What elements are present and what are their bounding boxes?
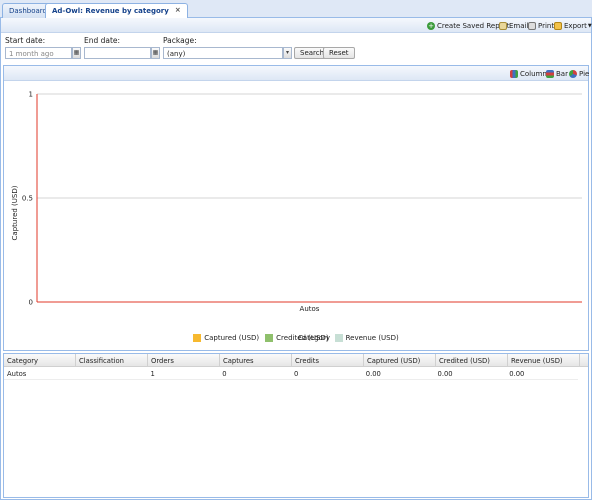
tab-revenue-label: Ad-Owl: Revenue by category [52,7,169,15]
column-header[interactable]: Revenue (USD) [508,354,580,367]
legend-item[interactable]: Revenue (USD) [334,332,399,344]
grid-lines [37,93,582,303]
tab-revenue-by-category[interactable]: Ad-Owl: Revenue by category × [45,3,189,19]
column-header[interactable]: Credited (USD) [436,354,508,367]
grid-header: Category Classification Orders Captures Cred… [4,354,588,367]
email-icon [499,21,507,30]
package-select[interactable]: (any) [163,47,283,59]
calendar-icon[interactable]: ▦ [151,47,160,59]
column-label: Column [520,69,547,78]
legend-swatch [334,334,343,342]
x-tick-labels: Autos [300,305,320,313]
column-header[interactable]: Credits [292,354,364,367]
export-label: Export [564,21,587,30]
y-axis-label: Captured (USD) [11,185,19,240]
calendar-icon[interactable]: ▦ [72,47,81,59]
report-toolbar: + Create Saved Report Email Print Export… [1,18,592,33]
export-icon [554,21,562,30]
legend-item[interactable]: Credited (USD) [265,332,329,344]
y-tick-labels: 00.51 [22,91,33,307]
export-button[interactable]: Export ▼ [554,20,592,31]
column-header[interactable]: Category [4,354,76,367]
table-cell: 0 [222,370,227,378]
bar-chart-button[interactable]: Bar [546,68,568,79]
pie-chart-button[interactable]: Pie [569,68,589,79]
data-grid: Category Classification Orders Captures Cred… [3,353,589,498]
table-cell: Autos [7,370,27,378]
chevron-down-icon[interactable]: ▾ [283,47,292,59]
pie-label: Pie [579,69,590,78]
column-chart-icon [510,69,518,78]
report-panel: + Create Saved Report Email Print Export… [0,18,592,500]
pie-chart-icon [569,69,577,78]
legend-label: Credited (USD) [276,334,329,342]
close-icon[interactable]: × [174,7,181,14]
email-label: Email [509,21,529,30]
print-button[interactable]: Print [528,20,554,31]
add-icon: + [427,21,435,30]
table-row[interactable]: Autos 1 0 0 0.00 0.00 0.00 [4,367,578,380]
table-cell: 0.00 [509,370,525,378]
column-header[interactable]: Classification [76,354,148,367]
table-cell: 0.00 [365,370,381,378]
email-button[interactable]: Email [499,20,528,31]
table-cell [76,367,148,379]
x-tick-label: Autos [300,305,320,313]
end-date-label: End date: [84,36,121,45]
chart-legend: Captured (USD) Credited (USD) Revenue (USD… [4,332,588,344]
end-date-input[interactable] [84,47,151,59]
print-icon [528,21,536,30]
column-header[interactable]: Captures [220,354,292,367]
column-header[interactable]: Captured (USD) [364,354,436,367]
y-tick-label: 0 [29,299,33,307]
bar-label: Bar [556,69,568,78]
legend-swatch [265,334,274,342]
create-saved-report-button[interactable]: + Create Saved Report [427,20,510,31]
chart-toolbar: Column Bar Pie [4,66,589,81]
legend-item[interactable]: Captured (USD) [193,332,259,344]
chart: 00.51 Autos Category Captured (USD) [11,91,582,342]
bar-chart-icon [546,69,554,78]
print-label: Print [538,21,555,30]
legend-label: Revenue (USD) [345,334,399,342]
chart-panel: Column Bar Pie 0 0.5 1 Autos Category Capt… [3,65,589,351]
tab-dashboard-label: Dashboard [9,7,47,15]
legend-swatch [193,334,202,342]
table-cell: 1 [150,370,155,378]
column-header[interactable]: Orders [148,354,220,367]
y-tick-label: 1 [29,91,33,99]
tab-bar: Dashboard Ad-Owl: Revenue by category × [0,0,592,19]
legend-label: Captured (USD) [204,334,260,342]
column-chart-button[interactable]: Column [510,68,547,79]
start-date-input[interactable]: 1 month ago [5,47,72,59]
reset-button[interactable]: Reset [323,47,355,59]
start-date-label: Start date: [5,36,46,45]
filter-bar: Start date: 1 month ago ▦ End date: ▦ Pa… [1,33,591,63]
package-label: Package: [163,36,197,45]
table-cell: 0 [294,370,299,378]
table-cell: 0.00 [437,370,453,378]
chevron-down-icon: ▼ [587,22,592,29]
y-tick-label: 0.5 [22,195,33,203]
